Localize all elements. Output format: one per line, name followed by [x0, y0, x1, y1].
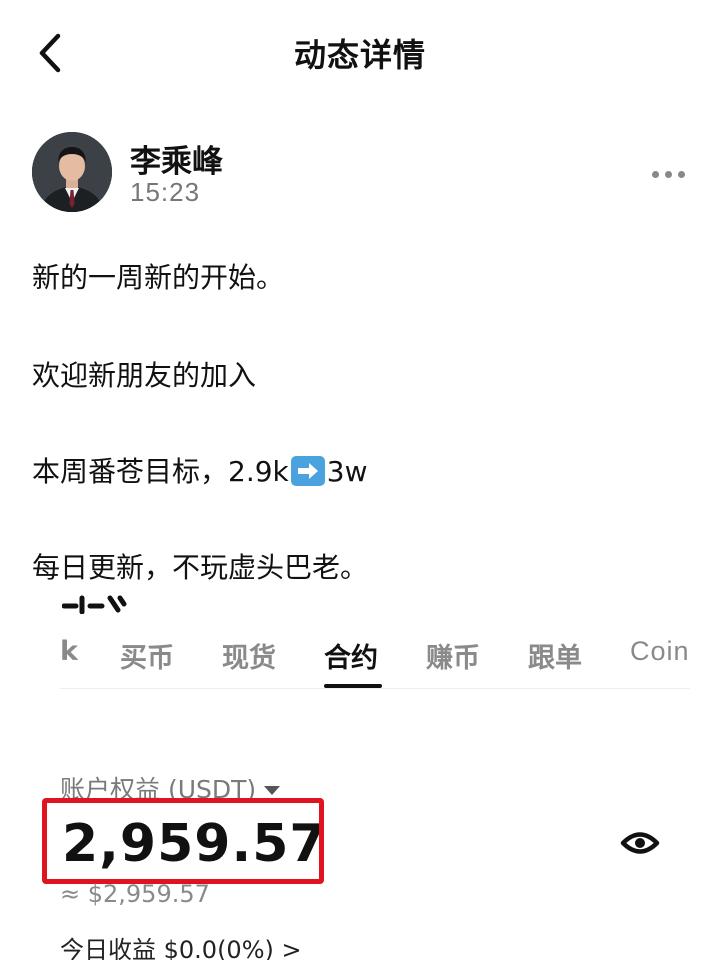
equity-usd-approx: ≈ $2,959.57 — [60, 880, 210, 908]
tab-buy-coin[interactable]: 买币 — [120, 636, 174, 675]
cropped-header-fragment — [62, 595, 127, 614]
post-text-line: 每日更新，不玩虚头巴老。 — [32, 551, 369, 584]
more-options-button[interactable] — [652, 162, 692, 186]
person-photo-icon — [32, 132, 112, 212]
more-dots-icon — [652, 170, 659, 178]
caret-down-icon — [264, 786, 281, 795]
tab-contract[interactable]: 合约 — [324, 636, 378, 675]
divider — [60, 688, 690, 689]
attached-screenshot[interactable]: k 买币 现货 合约 赚币 跟单 Coin 账户权益 (USDT) 2,959.… — [0, 590, 720, 960]
tab-fragment[interactable]: k — [60, 636, 78, 667]
post-text-line: 本周番苍目标，2.9k 3w — [32, 450, 367, 490]
post-text-segment: 3w — [326, 455, 368, 488]
post-text-line: 新的一周新的开始。 — [32, 261, 285, 294]
avatar[interactable] — [32, 132, 112, 212]
post-text-line: 欢迎新朋友的加入 — [32, 359, 257, 392]
top-navigation-bar: 动态详情 — [0, 0, 720, 100]
today-pnl-link[interactable]: 今日收益 $0.0(0%) > — [60, 930, 302, 960]
post-header: 李乘峰 15:23 — [32, 132, 692, 218]
arrow-right-emoji-icon — [290, 456, 325, 486]
tab-coin[interactable]: Coin — [630, 636, 690, 667]
tab-bar: k 买币 现货 合约 赚币 跟单 Coin — [0, 636, 720, 684]
visibility-toggle-button[interactable] — [620, 828, 660, 858]
post-time: 15:23 — [130, 177, 201, 207]
post-text-segment: 本周番苍目标，2.9k — [32, 455, 289, 488]
tab-copy-trade[interactable]: 跟单 — [528, 636, 582, 675]
highlight-annotation-box — [42, 798, 324, 884]
tab-spot[interactable]: 现货 — [222, 636, 276, 675]
page-title: 动态详情 — [293, 36, 426, 74]
author-name[interactable]: 李乘峰 — [130, 136, 223, 181]
eye-icon — [620, 832, 660, 854]
tab-earn[interactable]: 赚币 — [426, 636, 480, 675]
